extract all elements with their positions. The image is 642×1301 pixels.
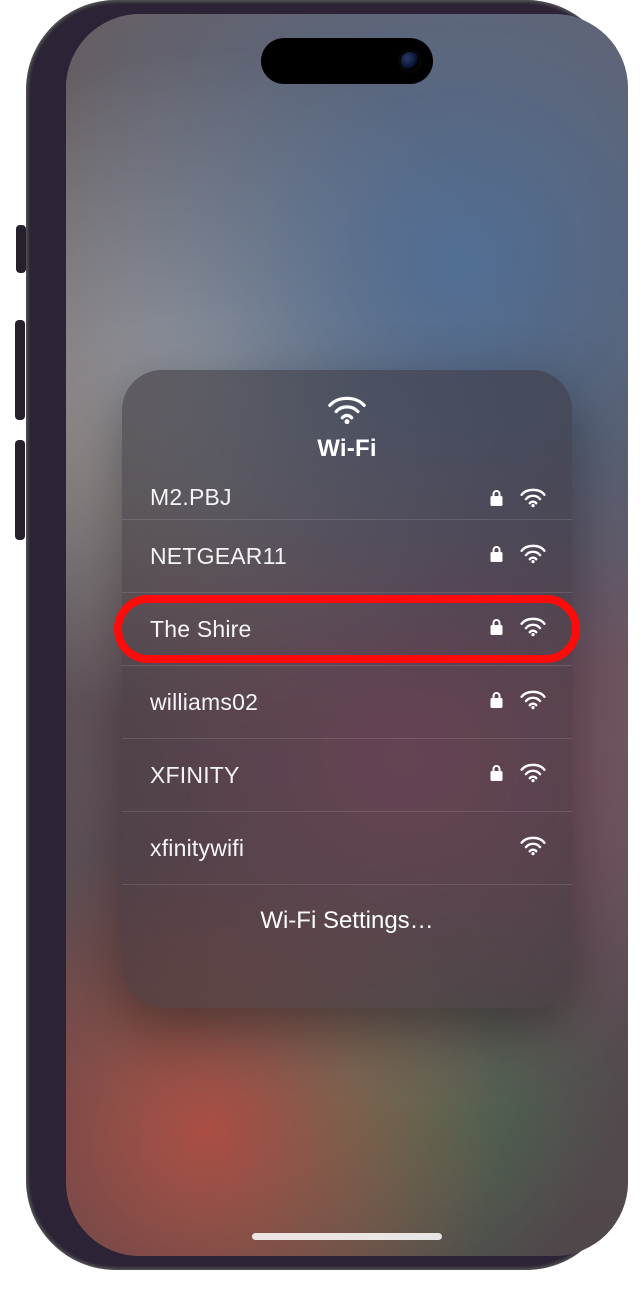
network-row[interactable]: NETGEAR11 [122,519,572,592]
wifi-icon [328,396,366,429]
network-row[interactable]: xfinitywifi [122,811,572,884]
network-row[interactable]: The Shire [122,592,572,665]
network-trailing [520,836,546,861]
network-ssid: The Shire [150,616,252,643]
network-ssid: NETGEAR11 [150,543,287,570]
network-row[interactable]: M2.PBJ [122,477,572,519]
network-ssid: williams02 [150,689,258,716]
wifi-signal-icon [520,617,546,642]
wifi-signal-icon [520,544,546,569]
network-list[interactable]: M2.PBJ NETGEAR11 The Shire williams02 XF… [122,477,572,884]
volume-down-button[interactable] [15,440,25,540]
dynamic-island [261,38,433,84]
network-trailing [489,690,546,715]
network-trailing [489,544,546,569]
screen: Wi-Fi M2.PBJ NETGEAR11 The Shire william… [66,14,628,1256]
network-ssid: M2.PBJ [150,484,232,511]
lock-icon [489,691,504,714]
network-ssid: XFINITY [150,762,240,789]
network-trailing [489,763,546,788]
network-row[interactable]: williams02 [122,665,572,738]
lock-icon [489,489,504,512]
home-indicator[interactable] [252,1233,442,1240]
network-row[interactable]: XFINITY [122,738,572,811]
wifi-panel: Wi-Fi M2.PBJ NETGEAR11 The Shire william… [122,370,572,1008]
mute-switch[interactable] [16,225,26,273]
panel-header: Wi-Fi [122,370,572,477]
network-trailing [489,488,546,513]
wifi-signal-icon [520,488,546,513]
wifi-signal-icon [520,690,546,715]
lock-icon [489,618,504,641]
front-camera-icon [401,52,419,70]
wifi-signal-icon [520,763,546,788]
wifi-signal-icon [520,836,546,861]
wifi-settings-button[interactable]: Wi-Fi Settings… [122,884,572,957]
network-ssid: xfinitywifi [150,835,244,862]
page-title: Wi-Fi [317,435,376,463]
lock-icon [489,545,504,568]
network-trailing [489,617,546,642]
phone-frame: Wi-Fi M2.PBJ NETGEAR11 The Shire william… [26,0,616,1270]
lock-icon [489,764,504,787]
volume-up-button[interactable] [15,320,25,420]
wifi-settings-label: Wi-Fi Settings… [260,907,433,935]
